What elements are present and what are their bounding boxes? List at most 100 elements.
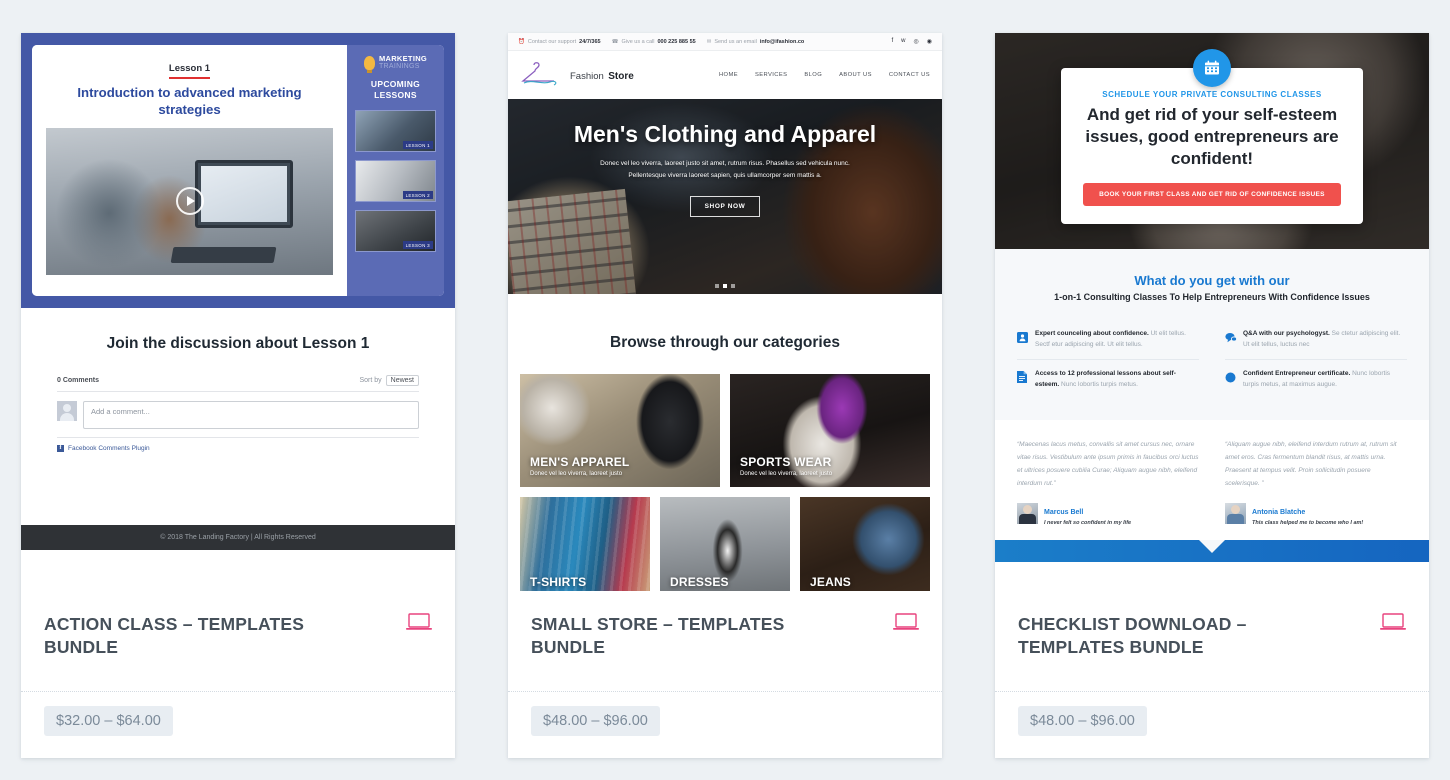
keyboard-shape — [170, 246, 278, 264]
category-tile-dresses[interactable]: DRESSES — [660, 497, 790, 591]
product-price: $32.00 – $64.00 — [44, 706, 173, 736]
facebook-comments-widget[interactable]: 0 Comments Sort by Newest Add a comment.… — [57, 375, 419, 452]
category-tile-sports-wear[interactable]: SPORTS WEAR Donec vel leo viverra, laore… — [730, 374, 930, 487]
hero-heading: And get rid of your self-esteem issues, … — [1085, 105, 1339, 168]
upcoming-lessons-label: UPCOMING LESSONS — [370, 79, 421, 101]
facebook-icon[interactable]: f — [891, 38, 893, 45]
testimonial-name: Marcus Bell — [1044, 508, 1084, 516]
brand-line-2: TRAININGS — [378, 62, 420, 70]
product-meta: CHECKLIST DOWNLOAD – TEMPLATES BUNDLE $4… — [995, 591, 1429, 758]
logo-line-2: Store — [608, 71, 634, 83]
product-title[interactable]: ACTION CLASS – TEMPLATES BUNDLE — [44, 613, 344, 659]
store-navbar: Fashion Store HOME SERVICES BLOG ABOUT U… — [508, 51, 942, 99]
twitter-icon[interactable]: w — [901, 38, 905, 45]
call-value: 000 225 885 55 — [657, 38, 696, 45]
facebook-plugin-link[interactable]: Facebook Comments Plugin — [68, 445, 150, 452]
testimonial-name: Antonia Blatche — [1252, 508, 1306, 516]
feature-bold: Q&A with our psychologyst. — [1243, 330, 1330, 337]
product-card-checklist-download[interactable]: SCHEDULE YOUR PRIVATE CONSULTING CLASSES… — [995, 33, 1429, 758]
hero-title: Men's Clothing and Apparel — [573, 121, 877, 147]
phone-icon: ☎ — [611, 38, 619, 45]
shop-now-button[interactable]: SHOP NOW — [689, 196, 761, 218]
lesson-heading: Introduction to advanced marketing strat… — [77, 85, 302, 117]
discussion-heading: Join the discussion about Lesson 1 — [106, 335, 370, 352]
avatar — [1017, 502, 1038, 524]
carousel-dot-1[interactable] — [715, 284, 719, 288]
nav-item-about-us[interactable]: ABOUT US — [839, 72, 872, 78]
product-title[interactable]: CHECKLIST DOWNLOAD – TEMPLATES BUNDLE — [1018, 613, 1318, 659]
category-tile-jeans[interactable]: JEANS — [800, 497, 930, 591]
envelope-icon: ✉ — [706, 38, 712, 45]
play-icon[interactable] — [175, 187, 204, 216]
support-value: 24/7/365 — [579, 38, 601, 45]
testimonial-role: This class helped me to become who I am! — [1252, 519, 1364, 526]
feature-text: Nunc lobortis turpis metus. — [1059, 381, 1138, 389]
lesson-sidebar: MARKETING TRAININGS UPCOMING LESSONS LES… — [347, 45, 444, 296]
lesson-hero: Lesson 1 Introduction to advanced market… — [21, 33, 455, 308]
product-title[interactable]: SMALL STORE – TEMPLATES BUNDLE — [531, 613, 831, 659]
lesson-label: Lesson 1 — [168, 63, 211, 79]
email-value: info@ifashion.co — [759, 38, 805, 45]
product-card-small-store[interactable]: ⏰ Contact our support 24/7/365 ☎ Give us… — [508, 33, 942, 758]
lesson-thumb-1[interactable]: LESSON 1 — [355, 110, 436, 153]
feature-bold: Confident Entrepreneur certificate. — [1243, 370, 1351, 378]
google-plus-icon[interactable]: ◉ — [927, 38, 932, 45]
category-name: MEN'S APPAREL — [530, 455, 630, 469]
sort-select[interactable]: Newest — [385, 375, 419, 386]
testimonial-role: I never felt so confident in my life — [1044, 519, 1132, 526]
features-section: What do you get with our 1-on-1 Consulti… — [995, 249, 1429, 420]
brand-line-1: MARKETING — [378, 54, 428, 63]
category-sub: Donec vel leo viverra, laoreet justo — [530, 471, 623, 477]
product-meta: ACTION CLASS – TEMPLATES BUNDLE $32.00 –… — [21, 591, 455, 758]
topbar-support: ⏰ Contact our support 24/7/365 — [518, 39, 601, 45]
clock-icon: ⏰ — [518, 38, 525, 45]
store-hero: Men's Clothing and Apparel Donec vel leo… — [508, 99, 942, 294]
category-tile-t-shirts[interactable]: T-SHIRTS — [520, 497, 650, 591]
category-name: T-SHIRTS — [530, 575, 587, 589]
lightbulb-icon — [363, 55, 375, 73]
hero-panel: SCHEDULE YOUR PRIVATE CONSULTING CLASSES… — [1061, 49, 1363, 225]
template-preview-action-class[interactable]: Lesson 1 Introduction to advanced market… — [21, 33, 455, 591]
lesson-thumb-2[interactable]: LESSON 2 — [355, 160, 436, 203]
nav-item-blog[interactable]: BLOG — [804, 72, 822, 78]
instagram-icon[interactable]: ◎ — [914, 38, 919, 45]
product-meta: SMALL STORE – TEMPLATES BUNDLE $48.00 – … — [508, 591, 942, 758]
laptop-icon — [1380, 613, 1406, 631]
monitor-shape — [195, 160, 293, 228]
lesson-main: Lesson 1 Introduction to advanced market… — [32, 45, 347, 296]
category-tile-mens-apparel[interactable]: MEN'S APPAREL Donec vel leo viverra, lao… — [520, 374, 720, 487]
topbar-phone[interactable]: ☎ Give us a call 000 225 885 55 — [612, 39, 696, 45]
category-name: DRESSES — [670, 575, 729, 589]
hero-text: Donec vel leo viverra, laoreet justo sit… — [600, 160, 850, 180]
lesson-thumb-3[interactable]: LESSON 3 — [355, 210, 436, 253]
book-class-button[interactable]: BOOK YOUR FIRST CLASS AND GET RID OF CON… — [1083, 183, 1341, 207]
category-name: JEANS — [810, 575, 852, 589]
product-card-action-class[interactable]: Lesson 1 Introduction to advanced market… — [21, 33, 455, 758]
nav-item-home[interactable]: HOME — [719, 72, 738, 78]
nav-item-contact-us[interactable]: CONTACT US — [889, 72, 930, 78]
topbar-email[interactable]: ✉ Send us an email info@ifashion.co — [707, 39, 805, 45]
store-logo[interactable]: Fashion Store — [520, 61, 634, 89]
carousel-dots[interactable] — [715, 284, 735, 288]
carousel-dot-3[interactable] — [731, 284, 735, 288]
features-subheading: 1-on-1 Consulting Classes To Help Entrep… — [1054, 292, 1370, 302]
carousel-dot-2[interactable] — [723, 284, 727, 288]
template-preview-small-store[interactable]: ⏰ Contact our support 24/7/365 ☎ Give us… — [508, 33, 942, 591]
product-price: $48.00 – $96.00 — [531, 706, 660, 736]
avatar — [1225, 502, 1246, 524]
testimonial-marcus-bell: “Maecenas lacus metus, convallis sit ame… — [1017, 438, 1199, 526]
add-comment-input[interactable]: Add a comment... — [83, 401, 419, 429]
features-heading: What do you get with our — [1134, 273, 1290, 288]
lesson-video[interactable] — [46, 127, 333, 275]
site-footer: © 2018 The Landing Factory | All Rights … — [21, 525, 455, 550]
comment-count: 0 Comments — [57, 377, 100, 384]
feature-item-qa: Q&A with our psychologyst. Se ctetur adi… — [1225, 320, 1407, 361]
discussion-section: Join the discussion about Lesson 1 0 Com… — [21, 308, 455, 525]
template-preview-checklist-download[interactable]: SCHEDULE YOUR PRIVATE CONSULTING CLASSES… — [995, 33, 1429, 591]
product-grid: Lesson 1 Introduction to advanced market… — [0, 0, 1450, 780]
feature-item-certificate: Confident Entrepreneur certificate. Nunc… — [1225, 360, 1407, 399]
testimonial-quote: “Aliquam augue nibh, eleifend interdum r… — [1225, 440, 1397, 487]
calendar-icon — [1193, 49, 1231, 87]
nav-item-services[interactable]: SERVICES — [755, 72, 787, 78]
product-price: $48.00 – $96.00 — [1018, 706, 1147, 736]
